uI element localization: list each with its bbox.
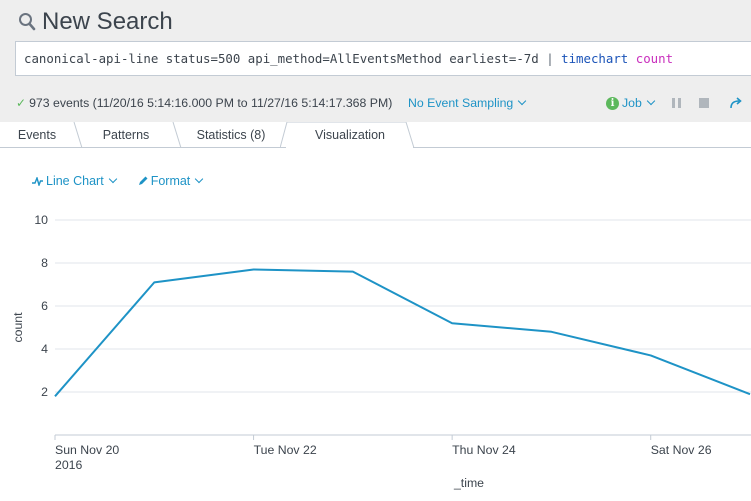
query-pipe: |: [546, 51, 554, 66]
tab-visualization[interactable]: Visualization: [290, 122, 410, 148]
chevron-down-icon: [108, 174, 117, 184]
x-tick-sublabel: 2016: [55, 458, 83, 472]
y-tick-label: 4: [41, 342, 48, 356]
visualization-toolbar: Line Chart Format: [32, 172, 204, 190]
tab-statistics[interactable]: Statistics (8): [184, 122, 278, 148]
y-tick-label: 8: [41, 256, 48, 270]
job-menu-button[interactable]: i Job: [606, 93, 656, 113]
stop-icon[interactable]: [699, 98, 709, 108]
line-chart: 2 4 6 8 10 Sun Nov 202016 Tue Nov 22 Thu Nov 24…: [11, 213, 751, 490]
event-count: 973 events: [29, 96, 90, 110]
query-command: timechart: [561, 51, 629, 66]
title-row: New Search: [18, 6, 173, 38]
event-sampling-dropdown[interactable]: No Event Sampling: [408, 93, 527, 113]
format-label: Format: [150, 174, 191, 188]
share-icon[interactable]: [729, 93, 743, 113]
x-tick-label: Tue Nov 22: [254, 443, 317, 457]
query-base-text: canonical-api-line status=500 api_method…: [24, 51, 547, 66]
y-tick-label: 10: [34, 213, 48, 227]
pause-icon[interactable]: [672, 98, 681, 108]
time-range-text: (11/20/16 5:14:16.000 PM to 11/27/16 5:1…: [92, 96, 393, 110]
page-title: New Search: [42, 8, 173, 35]
chevron-down-icon: [646, 96, 656, 106]
series-line: [54, 268, 751, 397]
search-query-input[interactable]: canonical-api-line status=500 api_method…: [15, 41, 751, 76]
info-icon: i: [606, 96, 619, 110]
chart-type-label: Line Chart: [46, 174, 104, 188]
query-function: count: [635, 51, 674, 66]
chevron-down-icon: [195, 174, 204, 184]
tab-patterns[interactable]: Patterns: [84, 122, 168, 148]
x-tick-label: Sat Nov 26: [651, 443, 712, 457]
tab-divider: [172, 122, 182, 148]
search-icon: [18, 12, 36, 32]
y-tick-label: 6: [41, 299, 48, 313]
x-axis-title: _time: [453, 476, 484, 490]
event-sampling-label: No Event Sampling: [408, 96, 514, 110]
x-tick-label: Sun Nov 20: [55, 443, 119, 457]
tab-events[interactable]: Events: [0, 122, 74, 148]
line-chart-icon: [32, 176, 43, 186]
y-tick-label: 2: [41, 385, 48, 399]
splunk-search-page: New Search canonical-api-line status=500…: [0, 0, 751, 501]
job-status-bar: ✓ 973 events (11/20/16 5:14:16.000 PM to…: [16, 93, 751, 113]
pencil-icon: [138, 176, 148, 186]
chart-type-button[interactable]: Line Chart: [32, 174, 117, 188]
y-axis-title: count: [11, 312, 25, 343]
format-button[interactable]: Format: [138, 174, 204, 188]
check-icon: ✓: [16, 96, 27, 110]
x-tick-label: Thu Nov 24: [452, 443, 516, 457]
job-label: Job: [622, 96, 642, 110]
chevron-down-icon: [518, 96, 527, 106]
search-header: New Search canonical-api-line status=500…: [0, 0, 751, 122]
